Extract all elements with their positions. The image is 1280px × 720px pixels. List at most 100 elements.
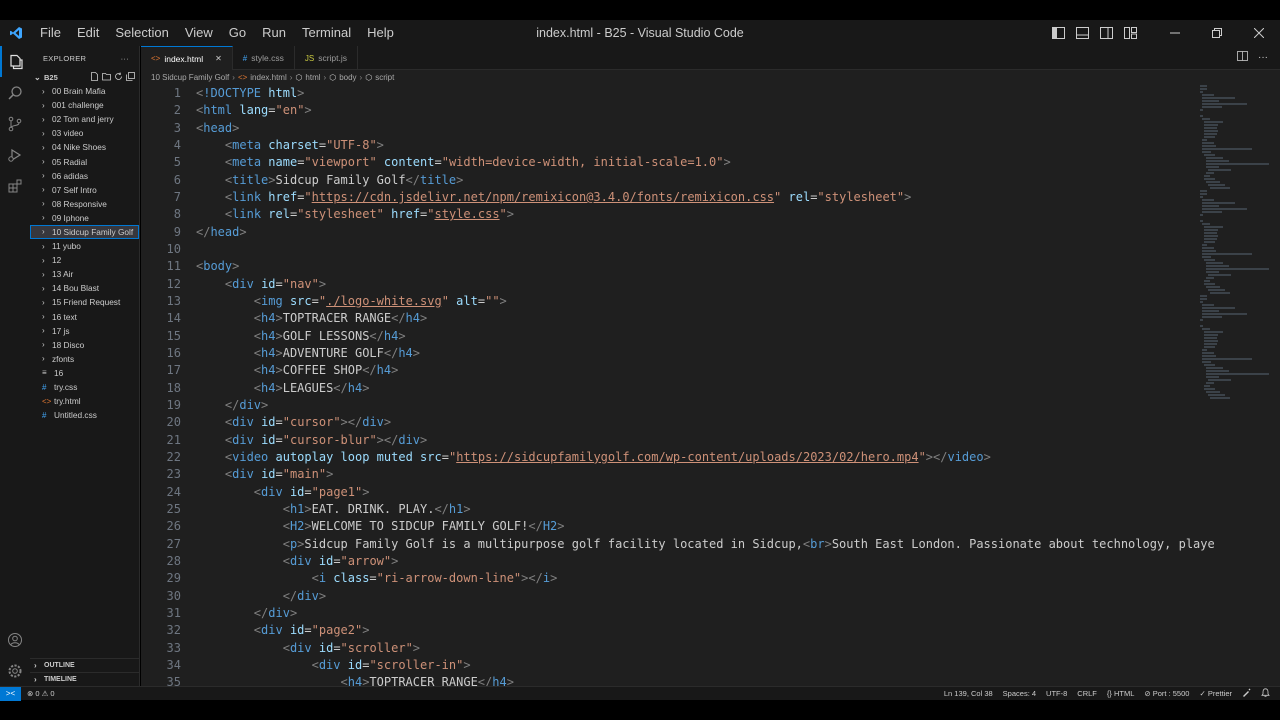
menu-selection[interactable]: Selection bbox=[107, 20, 176, 46]
split-editor-icon[interactable] bbox=[1237, 51, 1248, 64]
menu-help[interactable]: Help bbox=[359, 20, 402, 46]
menu-terminal[interactable]: Terminal bbox=[294, 20, 359, 46]
extensions-icon[interactable] bbox=[0, 170, 30, 201]
manage-gear-icon[interactable] bbox=[0, 655, 30, 686]
tree-folder[interactable]: › 001 challenge bbox=[30, 98, 139, 112]
outline-section[interactable]: › OUTLINE bbox=[30, 658, 140, 672]
tree-folder[interactable]: › 04 Nike Shoes bbox=[30, 140, 139, 154]
tree-file[interactable]: <> try.html bbox=[30, 394, 139, 408]
live-server-port[interactable]: ⊘ Port : 5500 bbox=[1144, 689, 1189, 698]
code-line[interactable]: <div id="main"> bbox=[196, 466, 1200, 483]
tree-folder[interactable]: › 09 Iphone bbox=[30, 211, 139, 225]
code-line[interactable]: <H2>WELCOME TO SIDCUP FAMILY GOLF!</H2> bbox=[196, 518, 1200, 535]
menu-go[interactable]: Go bbox=[221, 20, 254, 46]
accounts-icon[interactable] bbox=[0, 624, 30, 655]
tree-folder[interactable]: › 07 Self Intro bbox=[30, 183, 139, 197]
minimize-icon[interactable] bbox=[1154, 20, 1196, 46]
toggle-panel-icon[interactable] bbox=[1070, 20, 1094, 46]
tree-folder[interactable]: › 06 adidas bbox=[30, 169, 139, 183]
tree-file[interactable]: # Untitled.css bbox=[30, 408, 139, 422]
breadcrumb-body[interactable]: body bbox=[339, 73, 356, 82]
breadcrumb-file[interactable]: index.html bbox=[250, 73, 286, 82]
code-line[interactable]: <div id="page1"> bbox=[196, 484, 1200, 501]
code-line[interactable]: <div id="scroller"> bbox=[196, 640, 1200, 657]
tab-script-js[interactable]: JS script.js bbox=[295, 46, 358, 70]
close-window-icon[interactable] bbox=[1238, 20, 1280, 46]
code-line[interactable]: <meta name="viewport" content="width=dev… bbox=[196, 154, 1200, 171]
explorer-icon[interactable] bbox=[0, 46, 30, 77]
code-line[interactable]: <div id="nav"> bbox=[196, 276, 1200, 293]
timeline-section[interactable]: › TIMELINE bbox=[30, 672, 140, 686]
vertical-scrollbar[interactable] bbox=[1270, 85, 1280, 686]
toggle-secondary-sidebar-icon[interactable] bbox=[1094, 20, 1118, 46]
tree-folder[interactable]: › 17 js bbox=[30, 324, 139, 338]
run-debug-icon[interactable] bbox=[0, 139, 30, 170]
problems-indicator[interactable]: ⊗ 0 ⚠ 0 bbox=[27, 689, 55, 698]
tree-file[interactable]: # try.css bbox=[30, 380, 139, 394]
refresh-icon[interactable] bbox=[114, 71, 123, 83]
tree-folder[interactable]: › 15 Friend Request bbox=[30, 295, 139, 309]
code-line[interactable]: <h4>TOPTRACER RANGE</h4> bbox=[196, 310, 1200, 327]
tree-folder[interactable]: › 11 yubo bbox=[30, 239, 139, 253]
code-content[interactable]: <!DOCTYPE html> <html lang="en"> <head> <m… bbox=[196, 85, 1215, 686]
code-line[interactable]: <h4>ADVENTURE GOLF</h4> bbox=[196, 345, 1200, 362]
tree-folder[interactable]: › 12 bbox=[30, 253, 139, 267]
code-line[interactable]: <h4>TOPTRACER RANGE</h4> bbox=[196, 674, 1200, 686]
code-line[interactable]: <html lang="en"> bbox=[196, 102, 1200, 119]
code-line[interactable]: <div id="scroller-in"> bbox=[196, 657, 1200, 674]
code-editor[interactable]: 1 2 3 4 5 6 7 8 9 10 11 12 13 14 15 16 17 18 19 20 21 22 23 24 2… bbox=[141, 85, 1280, 686]
code-line[interactable]: <h4>LEAGUES</h4> bbox=[196, 380, 1200, 397]
tree-folder[interactable]: › 16 text bbox=[30, 310, 139, 324]
code-line[interactable]: </head> bbox=[196, 224, 1200, 241]
tab-index-html[interactable]: <> index.html ✕ bbox=[141, 46, 233, 70]
code-line[interactable] bbox=[196, 241, 1200, 258]
code-line[interactable]: <div id="page2"> bbox=[196, 622, 1200, 639]
remote-indicator[interactable]: >< bbox=[0, 686, 21, 701]
code-line[interactable]: <img src="./logo-white.svg" alt=""> bbox=[196, 293, 1200, 310]
toggle-primary-sidebar-icon[interactable] bbox=[1046, 20, 1070, 46]
new-folder-icon[interactable] bbox=[102, 72, 111, 83]
menu-edit[interactable]: Edit bbox=[69, 20, 107, 46]
tree-folder[interactable]: › 00 Brain Mafia bbox=[30, 84, 139, 98]
code-line[interactable]: <div id="cursor"></div> bbox=[196, 414, 1200, 431]
code-line[interactable]: <p>Sidcup Family Golf is a multipurpose … bbox=[196, 536, 1215, 553]
code-line[interactable]: <title>Sidcup Family Golf</title> bbox=[196, 172, 1200, 189]
breadcrumb-folder[interactable]: 10 Sidcup Family Golf bbox=[151, 73, 229, 82]
customize-layout-icon[interactable] bbox=[1118, 20, 1142, 46]
menu-file[interactable]: File bbox=[32, 20, 69, 46]
notifications-bell-icon[interactable] bbox=[1261, 688, 1270, 699]
source-control-icon[interactable] bbox=[0, 108, 30, 139]
code-line[interactable]: <div id="cursor-blur"></div> bbox=[196, 432, 1200, 449]
code-line[interactable]: </div> bbox=[196, 397, 1200, 414]
tree-folder[interactable]: › 05 Radial bbox=[30, 154, 139, 168]
code-line[interactable]: </div> bbox=[196, 605, 1200, 622]
workspace-folder[interactable]: ⌄ B25 bbox=[30, 70, 139, 84]
new-file-icon[interactable] bbox=[90, 71, 99, 83]
feedback-icon[interactable] bbox=[1242, 688, 1251, 699]
cursor-position[interactable]: Ln 139, Col 38 bbox=[944, 689, 993, 698]
code-line[interactable]: </div> bbox=[196, 588, 1200, 605]
editor-more-icon[interactable]: ··· bbox=[1258, 52, 1268, 63]
tree-folder[interactable]: › 02 Tom and jerry bbox=[30, 112, 139, 126]
code-line[interactable]: <i class="ri-arrow-down-line"></i> bbox=[196, 570, 1200, 587]
collapse-all-icon[interactable] bbox=[126, 71, 135, 83]
code-line[interactable]: <video autoplay loop muted src="https://… bbox=[196, 449, 1200, 466]
tree-folder[interactable]: › 10 Sidcup Family Golf bbox=[30, 224, 139, 240]
menu-view[interactable]: View bbox=[177, 20, 221, 46]
prettier-status[interactable]: ✓ Prettier bbox=[1199, 689, 1232, 698]
more-actions-icon[interactable]: ··· bbox=[121, 54, 129, 63]
code-line[interactable]: <head> bbox=[196, 120, 1200, 137]
code-line[interactable]: <link href="https://cdn.jsdelivr.net/npm… bbox=[196, 189, 1200, 206]
indentation[interactable]: Spaces: 4 bbox=[1003, 689, 1036, 698]
tree-folder[interactable]: › 14 Bou Blast bbox=[30, 281, 139, 295]
breadcrumb-html[interactable]: html bbox=[305, 73, 320, 82]
code-line[interactable]: <link rel="stylesheet" href="style.css"> bbox=[196, 206, 1200, 223]
tree-file[interactable]: ≡ 16 bbox=[30, 366, 139, 380]
close-tab-icon[interactable]: ✕ bbox=[215, 54, 222, 63]
tree-folder[interactable]: › 18 Disco bbox=[30, 338, 139, 352]
breadcrumb-script[interactable]: script bbox=[375, 73, 394, 82]
language-mode[interactable]: {} HTML bbox=[1107, 689, 1135, 698]
code-line[interactable]: <div id="arrow"> bbox=[196, 553, 1200, 570]
search-icon[interactable] bbox=[0, 77, 30, 108]
tab-style-css[interactable]: # style.css bbox=[233, 46, 295, 70]
